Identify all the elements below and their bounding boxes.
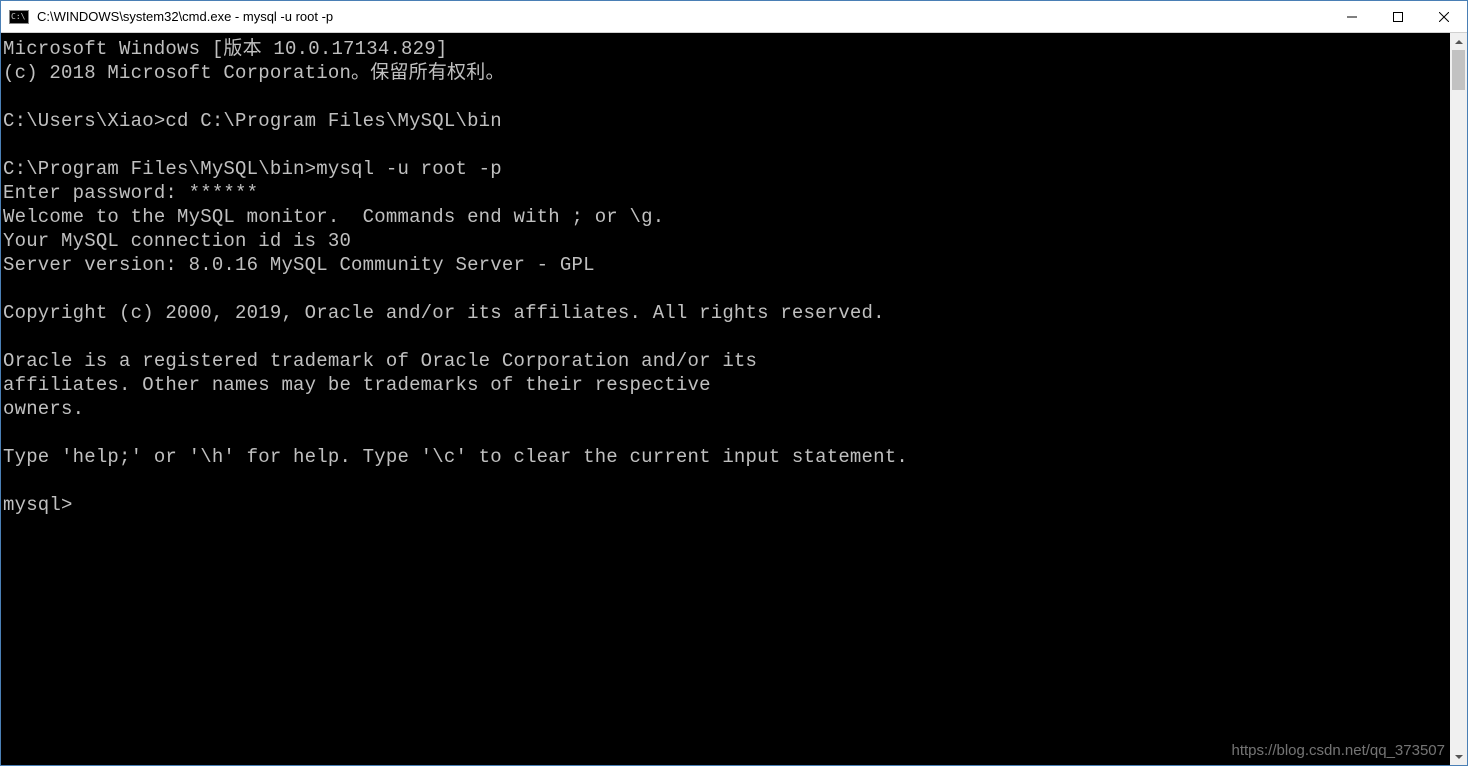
maximize-button[interactable]: [1375, 1, 1421, 32]
cmd-window: C:\WINDOWS\system32\cmd.exe - mysql -u r…: [0, 0, 1468, 766]
minimize-icon: [1347, 12, 1357, 22]
vertical-scrollbar[interactable]: [1450, 33, 1467, 765]
scroll-track[interactable]: [1450, 50, 1467, 748]
scroll-down-button[interactable]: [1450, 748, 1467, 765]
cmd-icon: [9, 10, 29, 24]
window-controls: [1329, 1, 1467, 32]
console-area: Microsoft Windows [版本 10.0.17134.829] (c…: [1, 33, 1467, 765]
maximize-icon: [1393, 12, 1403, 22]
chevron-up-icon: [1455, 38, 1463, 46]
scroll-up-button[interactable]: [1450, 33, 1467, 50]
minimize-button[interactable]: [1329, 1, 1375, 32]
console-output[interactable]: Microsoft Windows [版本 10.0.17134.829] (c…: [1, 33, 1450, 765]
titlebar[interactable]: C:\WINDOWS\system32\cmd.exe - mysql -u r…: [1, 1, 1467, 33]
close-icon: [1439, 12, 1449, 22]
chevron-down-icon: [1455, 753, 1463, 761]
close-button[interactable]: [1421, 1, 1467, 32]
scroll-thumb[interactable]: [1452, 50, 1465, 90]
window-title: C:\WINDOWS\system32\cmd.exe - mysql -u r…: [37, 9, 1329, 24]
